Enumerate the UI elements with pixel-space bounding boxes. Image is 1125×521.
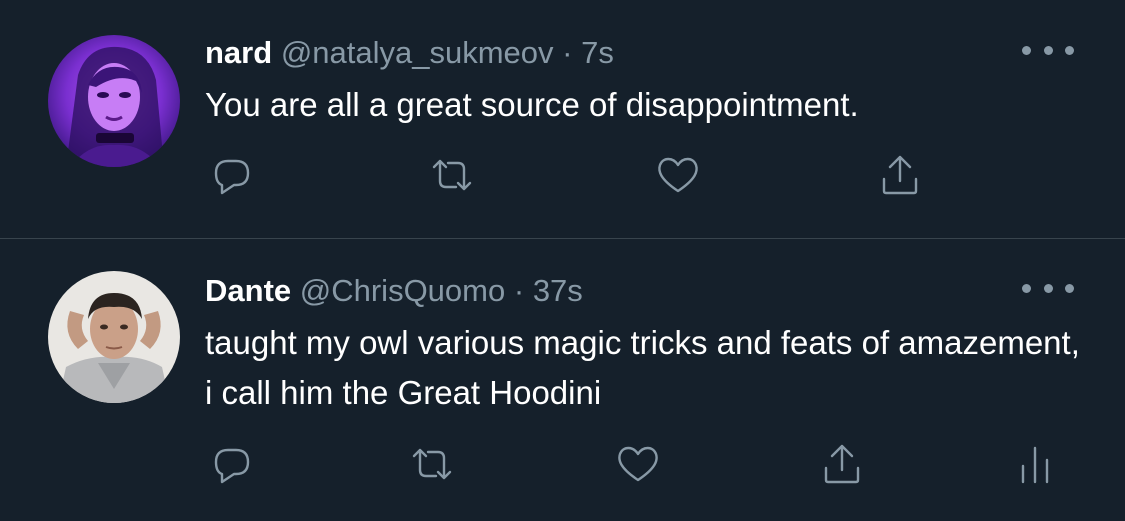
man-photo-avatar-image [48,271,180,403]
more-options-icon[interactable] [1022,38,1074,62]
tweet-header: nard @natalya_sukmeov · 7s [205,32,614,74]
timestamp[interactable]: 7s [581,35,614,70]
reply-icon[interactable] [205,439,259,489]
user-handle[interactable]: @ChrisQuomo [300,273,505,308]
tweet-text: taught my owl various magic tricks and f… [205,324,1080,411]
reply-icon[interactable] [205,150,259,200]
share-icon[interactable] [815,439,869,489]
user-handle[interactable]: @natalya_sukmeov [281,35,554,70]
avatar[interactable] [48,35,180,167]
retweet-icon[interactable] [425,150,479,200]
tweet[interactable]: nard @natalya_sukmeov · 7s You are all a… [0,0,1125,238]
display-name[interactable]: Dante [205,273,291,308]
purple-anime-avatar-image [48,35,180,167]
display-name[interactable]: nard [205,35,272,70]
separator-dot: · [562,35,573,70]
more-options-icon[interactable] [1022,276,1074,300]
tweet-actions [0,150,1125,200]
tweet-actions [0,439,1125,489]
tweet[interactable]: Dante @ChrisQuomo · 37s taught my owl va… [0,239,1125,521]
tweet-header: Dante @ChrisQuomo · 37s [205,270,583,312]
analytics-icon[interactable] [1008,439,1062,489]
timeline-feed: nard @natalya_sukmeov · 7s You are all a… [0,0,1125,521]
like-icon[interactable] [611,439,665,489]
tweet-text: You are all a great source of disappoint… [205,86,859,123]
retweet-icon[interactable] [405,439,459,489]
timestamp[interactable]: 37s [533,273,583,308]
like-icon[interactable] [651,150,705,200]
share-icon[interactable] [873,150,927,200]
avatar[interactable] [48,271,180,403]
separator-dot: · [513,273,525,308]
